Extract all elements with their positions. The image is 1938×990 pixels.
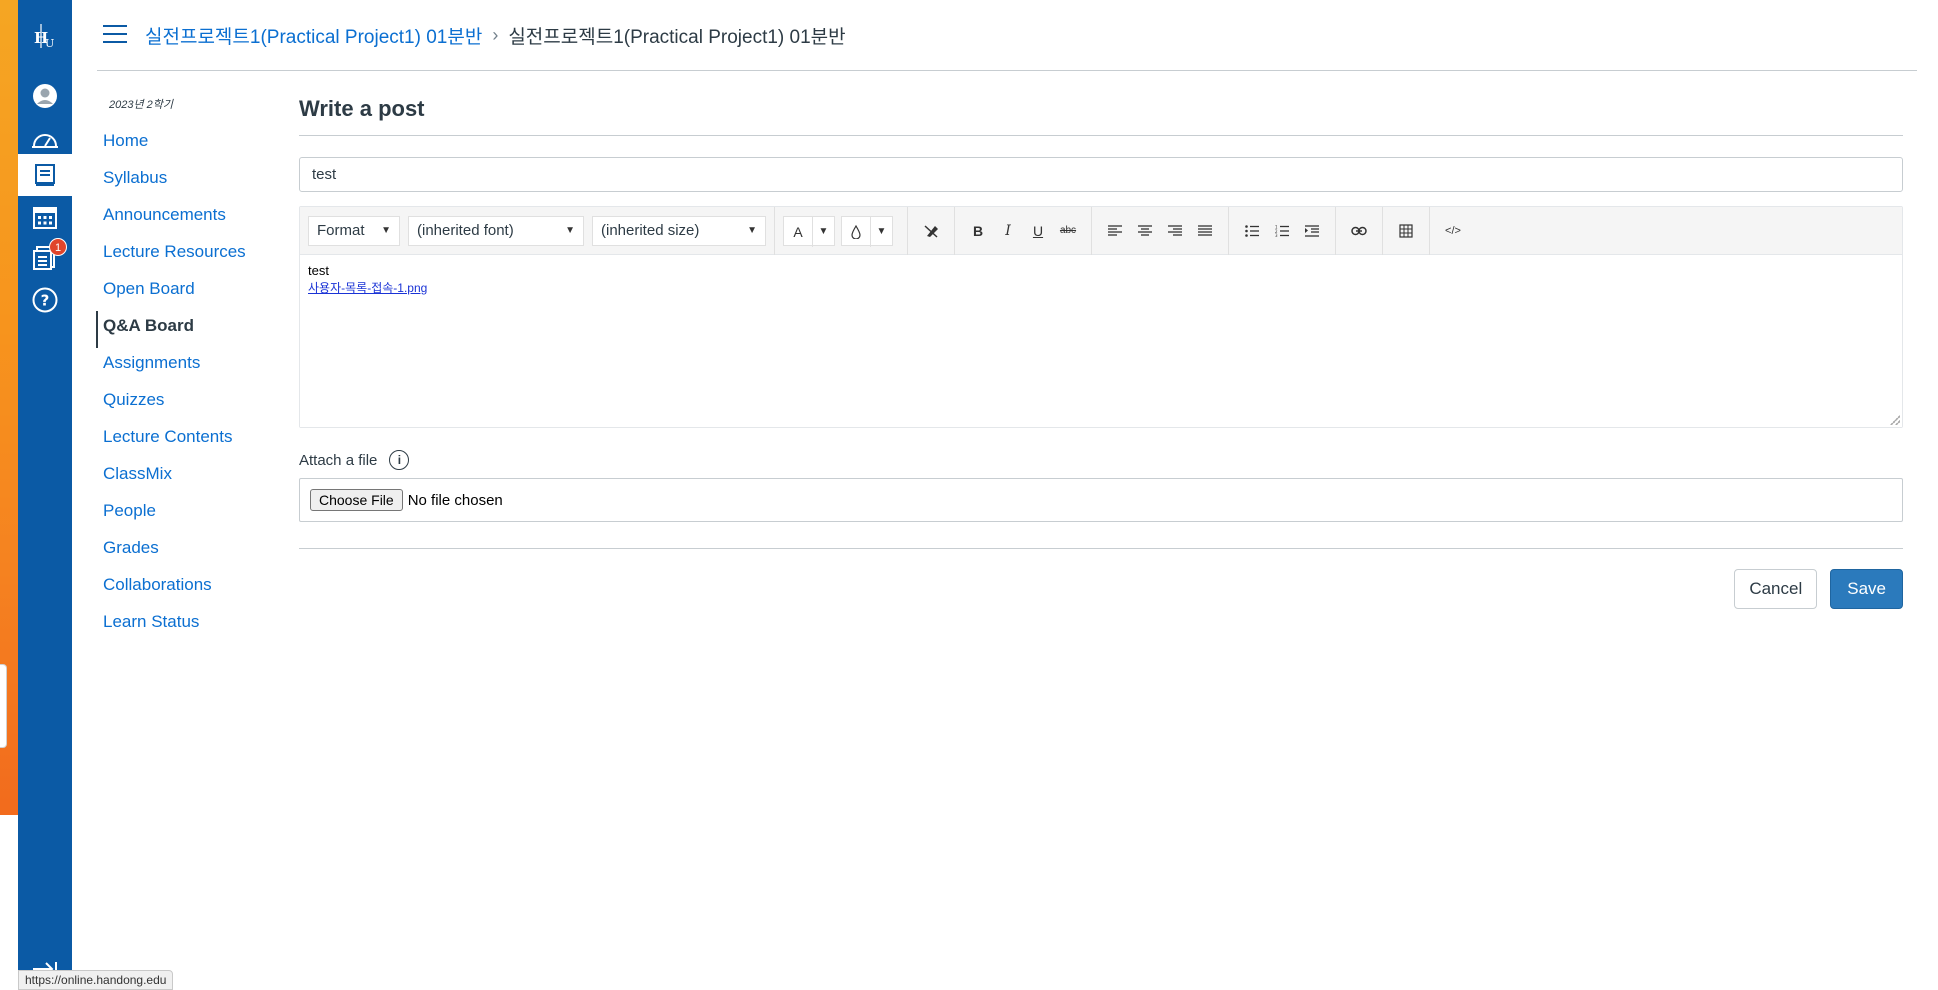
text-color-icon[interactable]: A (784, 217, 812, 247)
breadcrumb: 실전프로젝트1(Practical Project1) 01분반 › 실전프로젝… (145, 22, 846, 49)
no-file-chosen-text: No file chosen (407, 491, 503, 509)
hamburger-menu-icon[interactable] (103, 25, 127, 45)
main-content: Write a post Format ▼ (inherited font) ▼… (299, 96, 1903, 609)
svg-text:U: U (45, 37, 54, 50)
table-icon[interactable] (1391, 216, 1421, 246)
editor-body-text: test (308, 263, 329, 278)
course-nav-item-syllabus[interactable]: Syllabus (96, 163, 286, 200)
course-navigation: 2023년 2학기 Home Syllabus Announcements Lectu… (96, 96, 286, 644)
breadcrumb-course-link[interactable]: 실전프로젝트1(Practical Project1) 01분반 (145, 22, 482, 49)
alignment-group (1091, 206, 1228, 255)
course-nav-item-lecture-contents[interactable]: Lecture Contents (96, 422, 286, 459)
course-nav-item-collaborations[interactable]: Collaborations (96, 570, 286, 607)
chevron-down-icon: ▼ (381, 225, 391, 236)
breadcrumb-separator: › (492, 25, 499, 45)
save-button[interactable]: Save (1830, 569, 1903, 609)
inbox-unread-badge: 1 (49, 238, 67, 256)
text-color-button[interactable]: A ▼ (783, 215, 835, 247)
breadcrumb-current: 실전프로젝트1(Practical Project1) 01분반 (508, 27, 846, 48)
align-left-icon[interactable] (1100, 216, 1130, 246)
indent-icon[interactable] (1297, 216, 1327, 246)
align-right-icon[interactable] (1160, 216, 1190, 246)
term-label: 2023년 2학기 (109, 99, 174, 111)
editor-content-area[interactable]: test 사용자-목록-접속-1.png (300, 255, 1902, 427)
attach-file-label: Attach a file i (299, 450, 1903, 470)
font-select[interactable]: (inherited font) ▼ (408, 215, 584, 246)
form-actions: Cancel Save (299, 569, 1903, 609)
chevron-down-icon[interactable]: ▼ (812, 216, 834, 247)
text-style-group: B I U abc (954, 206, 1091, 255)
course-nav-item-assignments[interactable]: Assignments (96, 348, 286, 385)
size-select[interactable]: (inherited size) ▼ (592, 215, 766, 246)
course-nav-item-home[interactable]: Home (96, 126, 286, 163)
help-icon: ? (32, 287, 58, 313)
course-nav-item-q-a-board[interactable]: Q&A Board (96, 311, 286, 348)
attached-image-link[interactable]: 사용자-목록-접속-1.png (308, 279, 427, 296)
calendar-nav-item[interactable] (18, 196, 72, 238)
file-input-row: Choose File No file chosen (299, 478, 1903, 522)
hgu-logo-icon: H U (34, 24, 54, 50)
list-group: 123 (1228, 206, 1335, 255)
account-icon (33, 84, 57, 108)
link-group (1335, 206, 1382, 255)
info-icon[interactable]: i (389, 450, 410, 470)
html-group: </> (1429, 206, 1476, 255)
link-icon[interactable] (1344, 216, 1374, 246)
chevron-down-icon: ▼ (565, 225, 575, 236)
calendar-icon (33, 207, 57, 229)
help-nav-item[interactable]: ? (18, 279, 72, 321)
course-nav-item-quizzes[interactable]: Quizzes (96, 385, 286, 422)
chevron-down-icon[interactable]: ▼ (870, 216, 892, 247)
course-nav-item-lecture-resources[interactable]: Lecture Resources (96, 237, 286, 274)
attach-file-text: Attach a file (299, 451, 378, 469)
dashboard-icon (32, 134, 58, 148)
chevron-down-icon: ▼ (747, 225, 757, 236)
clear-formatting-icon[interactable] (916, 216, 946, 246)
fill-color-icon[interactable] (842, 217, 870, 247)
global-navigation: H U 1 ? (18, 0, 72, 990)
format-select[interactable]: Format ▼ (308, 215, 400, 246)
editor-toolbar: Format ▼ (inherited font) ▼ (inherited s… (300, 206, 1902, 255)
italic-icon[interactable]: I (993, 216, 1023, 246)
html-source-icon[interactable]: </> (1438, 216, 1468, 246)
desktop-side-handle[interactable] (0, 664, 7, 748)
rich-text-editor: Format ▼ (inherited font) ▼ (inherited s… (299, 206, 1903, 428)
hgu-logo[interactable]: H U (18, 18, 72, 54)
underline-icon[interactable]: U (1023, 216, 1053, 246)
cancel-button[interactable]: Cancel (1734, 569, 1818, 609)
form-divider (299, 548, 1903, 549)
course-nav-item-classmix[interactable]: ClassMix (96, 459, 286, 496)
background-color-button[interactable]: ▼ (841, 215, 893, 247)
post-title-input[interactable] (299, 157, 1903, 192)
course-nav-item-grades[interactable]: Grades (96, 533, 286, 570)
choose-file-button[interactable]: Choose File (310, 489, 403, 511)
format-select-label: Format (317, 222, 365, 239)
clear-format-group (907, 206, 954, 255)
svg-text:3: 3 (1275, 233, 1278, 237)
bullet-list-icon[interactable] (1237, 216, 1267, 246)
courses-icon (35, 164, 55, 186)
course-nav-item-announcements[interactable]: Announcements (96, 200, 286, 237)
page-header: 실전프로젝트1(Practical Project1) 01분반 › 실전프로젝… (97, 0, 1917, 71)
status-bar-url: https://online.handong.edu (18, 970, 174, 990)
font-select-label: (inherited font) (417, 222, 514, 239)
align-justify-icon[interactable] (1190, 216, 1220, 246)
course-nav-item-learn-status[interactable]: Learn Status (96, 607, 286, 644)
course-nav-item-open-board[interactable]: Open Board (96, 274, 286, 311)
size-select-label: (inherited size) (601, 222, 700, 239)
page-title: Write a post (299, 96, 1903, 136)
bold-icon[interactable]: B (963, 216, 993, 246)
editor-resize-handle[interactable] (1890, 415, 1900, 425)
numbered-list-icon[interactable]: 123 (1267, 216, 1297, 246)
color-group: A ▼ ▼ (774, 206, 907, 255)
course-nav-item-people[interactable]: People (96, 496, 286, 533)
courses-nav-item[interactable] (18, 154, 72, 196)
table-group (1382, 206, 1429, 255)
account-nav-item[interactable] (18, 75, 72, 117)
svg-text:?: ? (41, 292, 50, 310)
strikethrough-icon[interactable]: abc (1053, 216, 1083, 246)
align-center-icon[interactable] (1130, 216, 1160, 246)
desktop-background (0, 0, 18, 990)
